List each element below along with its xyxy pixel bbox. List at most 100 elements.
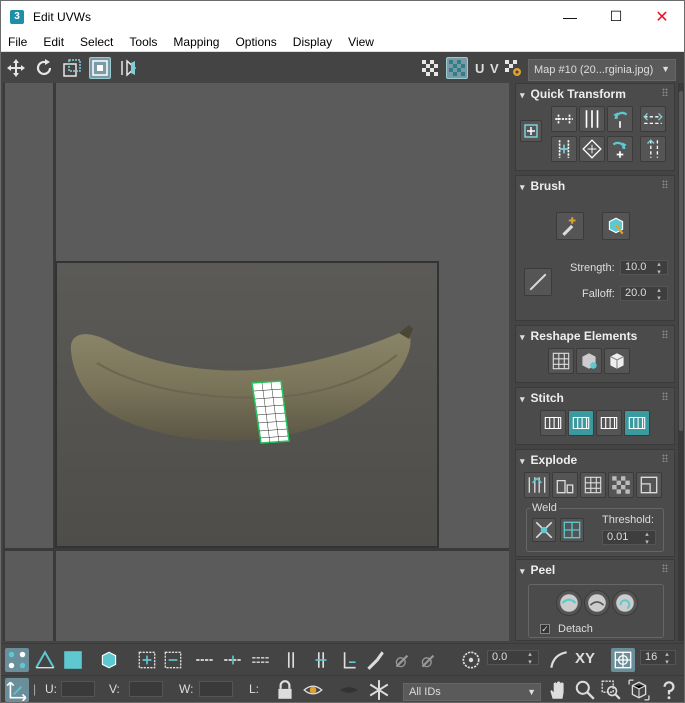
shrink-selection-icon[interactable]	[161, 648, 185, 672]
face-select-icon[interactable]	[61, 648, 85, 672]
explode-grid-icon[interactable]	[580, 472, 606, 498]
grid-size-spinner[interactable]: 16	[640, 650, 676, 666]
menu-display[interactable]: Display	[285, 35, 340, 49]
texture-settings-icon[interactable]	[502, 57, 524, 79]
xy-axis-label[interactable]: XY	[575, 650, 595, 667]
checker-pattern-icon[interactable]	[419, 57, 441, 79]
edge-select-icon[interactable]	[33, 648, 57, 672]
edge-loop-icon[interactable]	[193, 648, 217, 672]
uv-editor-viewport[interactable]	[3, 83, 509, 641]
move-icon[interactable]	[5, 57, 27, 79]
rotate-angle-spinner[interactable]: 0.0	[487, 650, 539, 666]
strength-spinner[interactable]: 10.0	[620, 260, 668, 276]
menu-edit[interactable]: Edit	[35, 35, 72, 49]
uv-axis-label[interactable]: U V	[475, 61, 500, 76]
menu-tools[interactable]: Tools	[121, 35, 165, 49]
rotate-cw-icon[interactable]	[607, 136, 633, 162]
visibility-icon[interactable]	[301, 678, 325, 702]
menu-mapping[interactable]: Mapping	[165, 35, 227, 49]
menu-options[interactable]: Options	[227, 35, 284, 49]
rotate-icon[interactable]	[33, 57, 55, 79]
help-icon[interactable]	[657, 678, 681, 702]
weld-threshold-icon[interactable]	[560, 518, 584, 542]
mirror-icon[interactable]	[117, 57, 139, 79]
explode-faces-icon[interactable]	[636, 472, 662, 498]
grid-snap-icon[interactable]	[611, 648, 635, 672]
maximize-button[interactable]: ☐	[593, 1, 639, 32]
scale-icon[interactable]	[61, 57, 83, 79]
cube-relax-icon[interactable]	[604, 348, 630, 374]
edge-loop-grow-icon[interactable]	[221, 648, 245, 672]
freeform-mode-icon[interactable]	[89, 57, 111, 79]
align-vertical-dash-icon[interactable]	[551, 136, 577, 162]
rollout-title[interactable]: Brush	[520, 179, 566, 193]
stitch-to-source-icon[interactable]	[568, 410, 594, 436]
flatten-icon[interactable]	[608, 472, 634, 498]
grip-icon[interactable]	[662, 88, 668, 96]
grip-icon[interactable]	[662, 454, 668, 462]
align-to-edge-icon[interactable]	[520, 120, 542, 142]
rotate-ccw-icon[interactable]	[607, 106, 633, 132]
align-horizontal-icon[interactable]	[551, 106, 577, 132]
edge-ring-grow-icon[interactable]	[309, 648, 333, 672]
grip-icon[interactable]	[662, 564, 668, 572]
vertex-select-icon[interactable]	[5, 648, 29, 672]
grip-icon[interactable]	[662, 392, 668, 400]
id-filter-dropdown[interactable]: All IDs ▼	[403, 683, 541, 701]
pan-hand-icon[interactable]	[545, 678, 569, 702]
minimize-button[interactable]: —	[547, 1, 593, 32]
straighten-icon[interactable]	[579, 136, 605, 162]
paint-move-icon[interactable]	[556, 212, 584, 240]
edge-ring-shrink-icon[interactable]	[279, 648, 303, 672]
break-icon[interactable]	[524, 472, 550, 498]
u-coordinate-field[interactable]	[61, 681, 95, 697]
stitch-average-icon[interactable]	[596, 410, 622, 436]
threshold-spinner[interactable]: 0.01	[602, 530, 656, 546]
paint-shrink-icon[interactable]	[417, 648, 441, 672]
grow-selection-icon[interactable]	[135, 648, 159, 672]
freeze-snowflake-icon[interactable]	[367, 678, 391, 702]
paint-select-icon[interactable]	[363, 648, 387, 672]
brush-falloff-icon[interactable]	[524, 268, 552, 296]
grip-icon[interactable]	[662, 180, 668, 188]
show-map-icon[interactable]	[446, 57, 468, 79]
space-vertical-icon[interactable]	[640, 136, 666, 162]
zoom-extents-icon[interactable]	[627, 678, 651, 702]
grip-icon[interactable]	[662, 330, 668, 338]
v-coordinate-field[interactable]	[129, 681, 163, 697]
cube-straighten-icon[interactable]	[576, 348, 602, 374]
map-dropdown[interactable]: Map #10 (20...rginia.jpg) ▼	[528, 59, 676, 81]
detach-edge-icon[interactable]	[552, 472, 578, 498]
menu-file[interactable]: File	[1, 35, 35, 49]
space-horizontal-icon[interactable]	[640, 106, 666, 132]
arc-curve-icon[interactable]	[547, 648, 571, 672]
peel-reset-icon[interactable]	[612, 590, 638, 616]
rollout-title[interactable]: Stitch	[520, 391, 564, 405]
zoom-region-icon[interactable]	[599, 678, 623, 702]
relax-brush-icon[interactable]	[602, 212, 630, 240]
close-button[interactable]: ✕	[639, 1, 684, 32]
menu-select[interactable]: Select	[72, 35, 121, 49]
stitch-custom-icon[interactable]	[540, 410, 566, 436]
edge-ring-icon[interactable]	[249, 648, 273, 672]
element-select-icon[interactable]	[97, 648, 121, 672]
rollout-title[interactable]: Quick Transform	[520, 87, 626, 101]
rollout-title[interactable]: Peel	[520, 563, 556, 577]
w-coordinate-field[interactable]	[199, 681, 233, 697]
soft-selection-icon[interactable]	[459, 648, 483, 672]
zoom-icon[interactable]	[573, 678, 597, 702]
weld-selected-icon[interactable]	[532, 518, 556, 542]
edge-ring-expand-icon[interactable]	[337, 648, 361, 672]
falloff-spinner[interactable]: 20.0	[620, 286, 668, 302]
rollout-title[interactable]: Explode	[520, 453, 578, 467]
hide-icon[interactable]	[337, 678, 361, 702]
rollout-title[interactable]: Reshape Elements	[520, 329, 638, 343]
panel-scrollbar[interactable]	[678, 83, 684, 641]
peel-quick-icon[interactable]	[556, 590, 582, 616]
grid-reshape-icon[interactable]	[548, 348, 574, 374]
absolute-mode-icon[interactable]	[5, 678, 29, 702]
paint-grow-icon[interactable]	[391, 648, 415, 672]
scrollbar-thumb[interactable]	[679, 91, 683, 431]
stitch-to-target-icon[interactable]	[624, 410, 650, 436]
align-vertical-icon[interactable]	[579, 106, 605, 132]
